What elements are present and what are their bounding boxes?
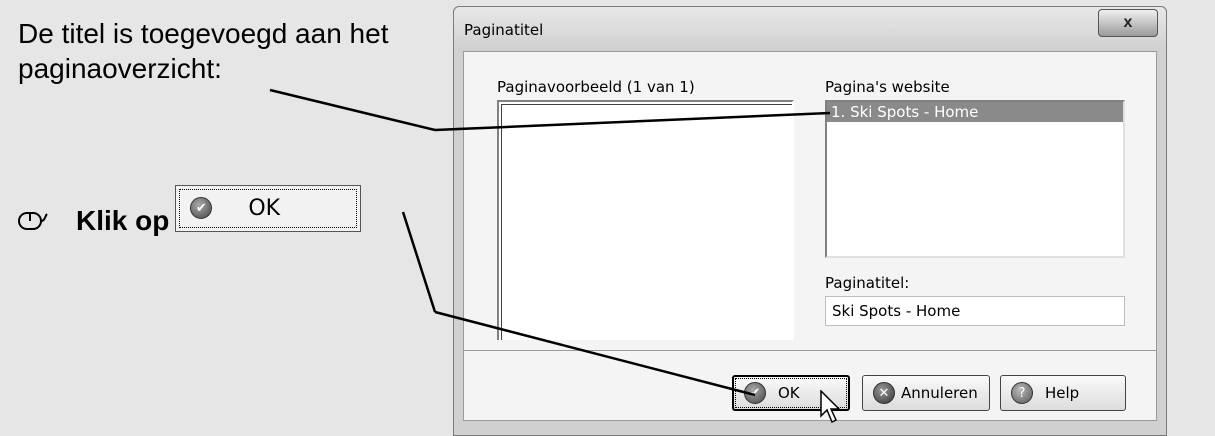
- cancel-icon: ✕: [873, 382, 895, 404]
- mouse-cursor-icon: [820, 390, 841, 424]
- step-label: Klik op: [76, 205, 170, 236]
- button-bar: ✔ OK ✕ Annuleren ? Help: [463, 351, 1157, 421]
- ok-button-label: OK: [778, 384, 800, 402]
- close-icon: x: [1123, 14, 1133, 31]
- title-bar: Paginatitel x: [454, 7, 1166, 51]
- cancel-button-label: Annuleren: [901, 384, 978, 402]
- check-icon: ✔: [744, 382, 766, 404]
- instruction-panel: De titel is toegevoegd aan het paginaove…: [0, 0, 452, 428]
- help-button[interactable]: ? Help: [1000, 375, 1126, 411]
- dialog-title: Paginatitel: [464, 21, 544, 39]
- pages-list[interactable]: 1. Ski Spots - Home: [825, 100, 1125, 258]
- preview-label: Paginavoorbeeld (1 van 1): [497, 78, 695, 96]
- dialog-body: Paginavoorbeeld (1 van 1) Pagina's websi…: [463, 51, 1157, 351]
- help-button-label: Help: [1045, 384, 1080, 402]
- help-icon: ?: [1011, 382, 1033, 404]
- mouse-icon: [18, 212, 48, 230]
- instruction-text: De titel is toegevoegd aan het paginaove…: [18, 18, 389, 84]
- step-row: Klik op ✔ OK: [18, 184, 362, 246]
- title-field-label: Paginatitel:: [825, 274, 910, 292]
- check-icon: ✔: [190, 197, 213, 219]
- list-item[interactable]: 1. Ski Spots - Home: [827, 102, 1123, 122]
- pages-label: Pagina's website: [825, 78, 950, 96]
- paginatitel-dialog: Paginatitel x Paginavoorbeeld (1 van 1) …: [453, 6, 1167, 436]
- page-title-input[interactable]: [825, 296, 1125, 326]
- ok-illustration-label: OK: [248, 195, 281, 221]
- close-button[interactable]: x: [1098, 9, 1158, 37]
- page-preview: [497, 100, 794, 340]
- cancel-button[interactable]: ✕ Annuleren: [862, 375, 990, 411]
- ok-button-illustration: ✔ OK: [175, 184, 362, 232]
